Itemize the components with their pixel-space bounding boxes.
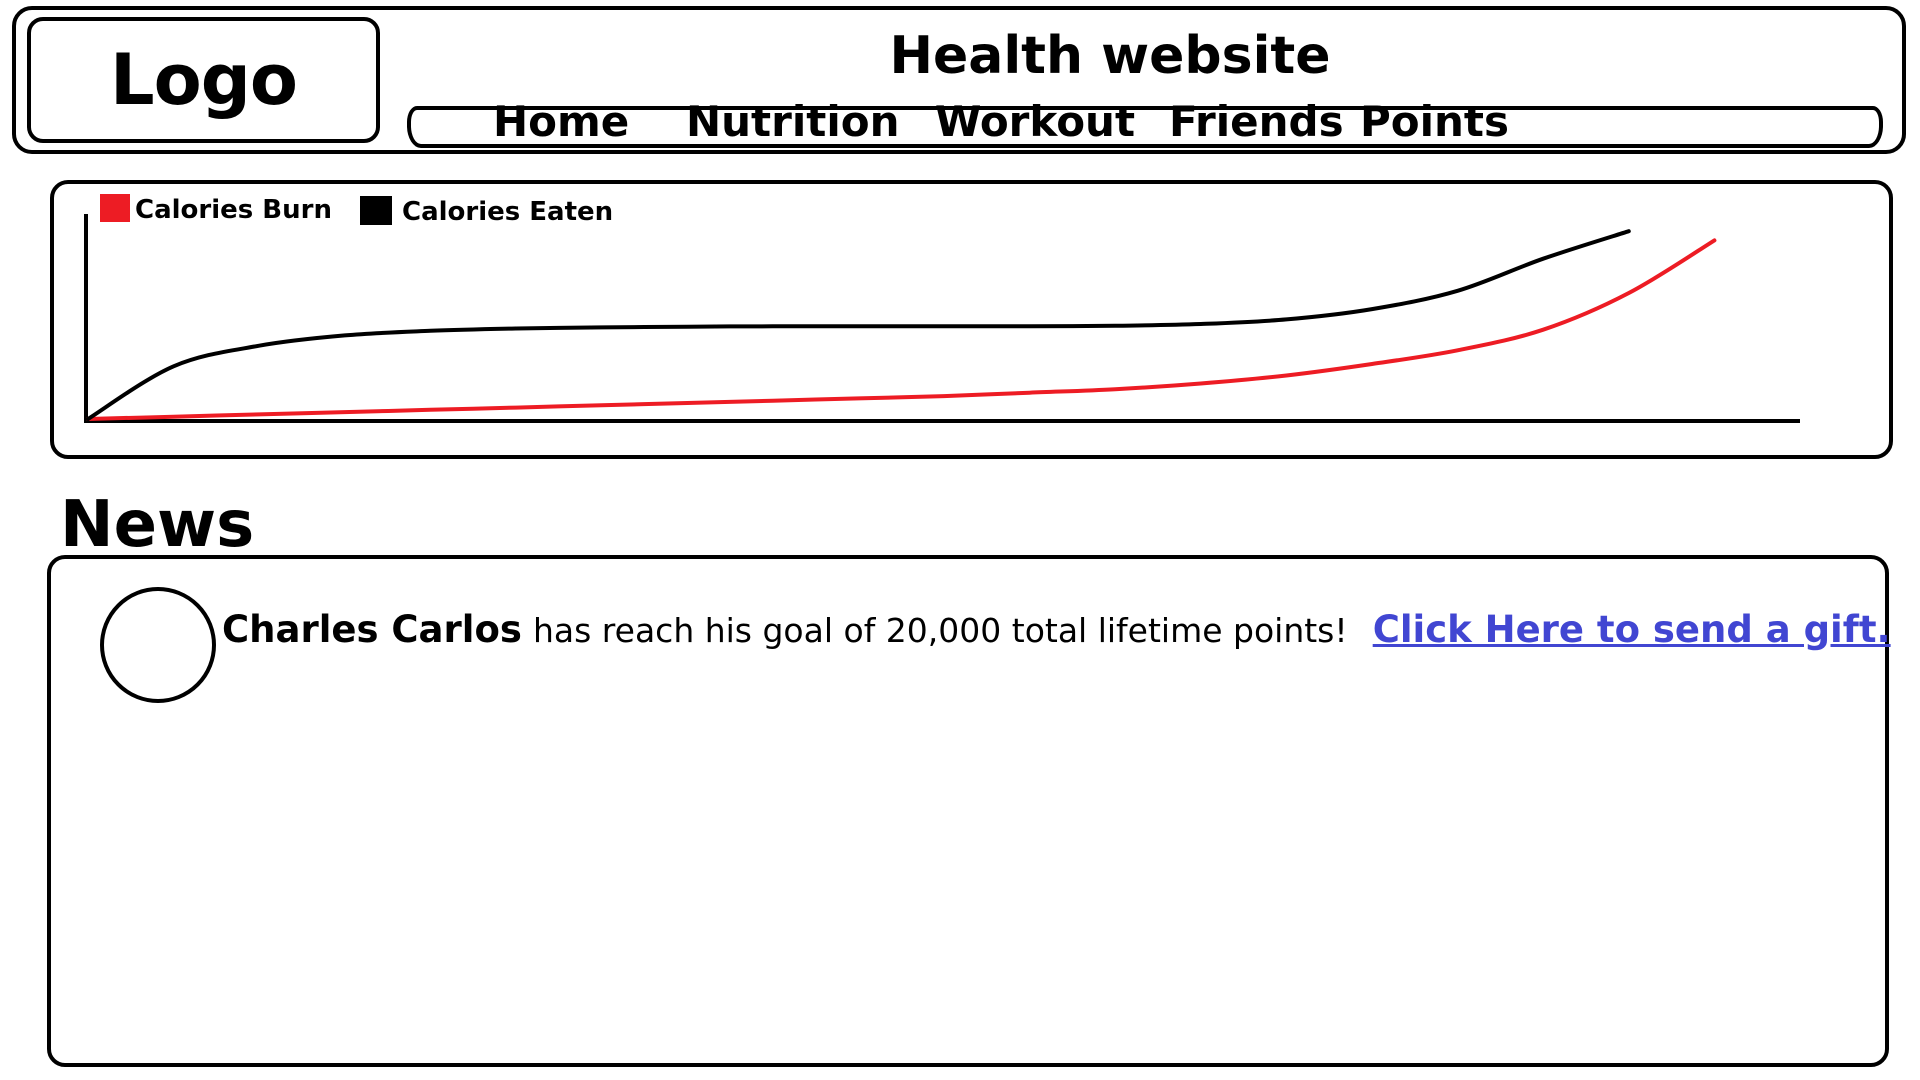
calorie-chart: Calories Burn Calories Eaten [84,194,1800,423]
series-line-calories-eaten [86,229,1631,421]
legend-label-calories-burn: Calories Burn [135,195,332,225]
legend-label-calories-eaten: Calories Eaten [402,197,613,227]
news-item-name[interactable]: Charles Carlos [222,608,522,651]
legend-swatch-calories-eaten [360,196,392,225]
send-gift-link[interactable]: Click Here to send a gift. [1373,608,1891,651]
news-item-message: has reach his goal of 20,000 total lifet… [532,611,1348,650]
news-item-text: Charles Carlos has reach his goal of 20,… [222,605,1891,662]
series-line-calories-burn [86,238,1717,421]
legend-swatch-calories-burn [100,194,130,222]
news-heading: News [60,488,255,562]
news-item: Charles Carlos has reach his goal of 20,… [100,587,1891,707]
avatar[interactable] [100,587,216,703]
